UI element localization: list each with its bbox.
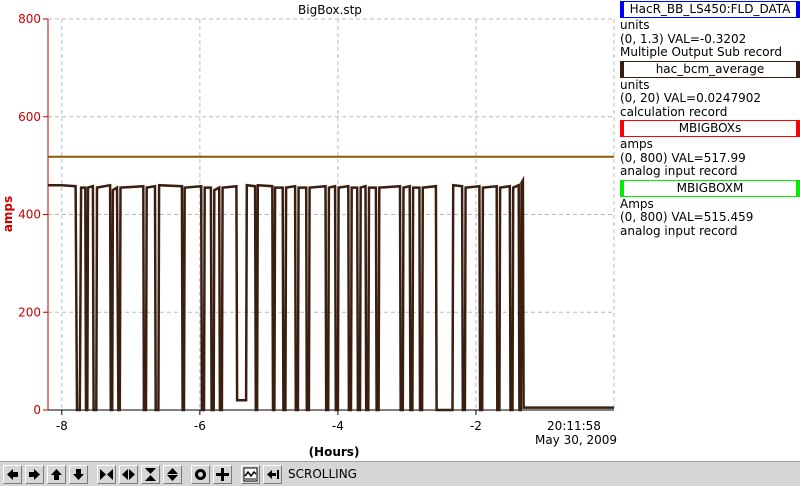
zoom-in-horizontal-icon (100, 468, 113, 480)
zoom-out-x-button[interactable] (119, 464, 138, 484)
crosshair-button[interactable] (213, 464, 232, 484)
legend-range: (0, 800) VAL=515.459 (620, 211, 754, 224)
y-tick-label: 600 (18, 110, 41, 124)
zoom-out-vertical-icon (167, 467, 178, 481)
auto-scale-icon (195, 468, 206, 480)
arrow-left-icon (7, 468, 18, 480)
zoom-in-vertical-icon (145, 467, 156, 481)
legend-record-type: analog input record (620, 224, 738, 238)
trend-chart: BigBox.stp 0 200 400 600 800 -8 -6 -4 -2 amps (… (1, 3, 617, 459)
arrow-up-icon (51, 468, 62, 480)
legend-item-bcm-average[interactable]: hac_bcm_average units (0, 20) VAL=0.0247… (620, 60, 800, 120)
y-axis-ticks: 0 200 400 600 800 (18, 12, 48, 417)
toolbar: SCROLLING (0, 461, 800, 486)
status-text: SCROLLING (288, 467, 357, 481)
y-axis-label: amps (1, 196, 15, 232)
legend-item-mbigboxm[interactable]: MBIGBOXM Amps (0, 800) VAL=515.459 analo… (620, 179, 800, 239)
y-tick-label: 200 (18, 305, 41, 319)
zoom-in-y-button[interactable] (141, 464, 160, 484)
legend-units: units (620, 78, 650, 92)
x-tick-label: -6 (194, 419, 206, 433)
arrow-right-icon (29, 468, 40, 480)
legend-range: (0, 20) VAL=0.0247902 (620, 92, 761, 105)
auto-scale-button[interactable] (191, 464, 210, 484)
scroll-to-end-icon (267, 469, 279, 479)
scroll-to-end-button[interactable] (263, 464, 282, 484)
trend-button[interactable] (241, 464, 260, 484)
legend-range: (0, 1.3) VAL=-0.3202 (620, 32, 747, 46)
legend-label-box[interactable]: HacR_BB_LS450:FLD_DATA (620, 1, 800, 18)
chart-title: BigBox.stp (298, 3, 362, 17)
x-tick-label: -4 (332, 419, 344, 433)
zoom-out-y-button[interactable] (163, 464, 182, 484)
trend-icon (243, 467, 258, 481)
legend-units: units (620, 19, 650, 32)
scroll-down-button[interactable] (69, 464, 88, 484)
x-axis-ticks: -8 -6 -4 -2 (56, 410, 482, 433)
legend-label-box[interactable]: MBIGBOXs (620, 120, 800, 137)
zoom-out-horizontal-icon (122, 468, 135, 480)
crosshair-icon (216, 467, 229, 481)
legend-label-box[interactable]: hac_bcm_average (620, 60, 800, 78)
scroll-up-button[interactable] (47, 464, 66, 484)
legend-units: Amps (620, 197, 654, 211)
legend-item-fld-data[interactable]: HacR_BB_LS450:FLD_DATA units (0, 1.3) VA… (620, 1, 800, 60)
legend-item-mbigboxs[interactable]: MBIGBOXs amps (0, 800) VAL=517.99 analog… (620, 120, 800, 179)
end-date-label: May 30, 2009 (535, 433, 617, 447)
y-tick-label: 800 (18, 12, 41, 26)
legend-record-type: analog input record (620, 165, 738, 178)
legend-units: amps (620, 138, 653, 151)
legend-record-type: calculation record (620, 105, 728, 119)
legend-label-box[interactable]: MBIGBOXM (620, 179, 800, 197)
y-tick-label: 400 (18, 208, 41, 222)
legend-record-type: Multiple Output Sub record (620, 46, 782, 59)
scroll-right-button[interactable] (25, 464, 44, 484)
legend-panel: HacR_BB_LS450:FLD_DATA units (0, 1.3) VA… (620, 0, 800, 238)
legend-range: (0, 800) VAL=517.99 (620, 151, 746, 165)
arrow-down-icon (73, 468, 84, 480)
x-tick-label: -8 (56, 419, 68, 433)
scroll-left-button[interactable] (3, 464, 22, 484)
x-tick-label: -2 (470, 419, 482, 433)
end-time-label: 20:11:58 (547, 419, 601, 433)
zoom-in-x-button[interactable] (97, 464, 116, 484)
x-axis-label: (Hours) (309, 445, 360, 459)
y-tick-label: 0 (33, 403, 41, 417)
